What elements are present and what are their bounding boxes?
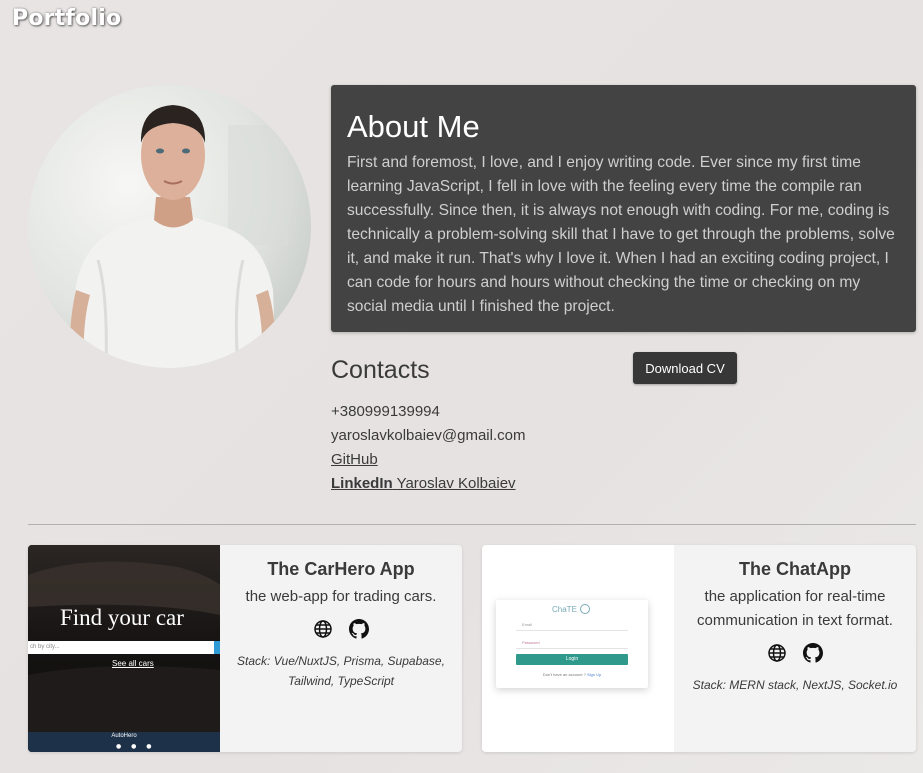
carhero-footer: AutoHero (111, 733, 137, 739)
chatapp-login-card: ChaTE Email Password Login Don't have an… (496, 600, 648, 688)
carhero-links (220, 619, 462, 639)
about-me-panel: About Me First and foremost, I love, and… (331, 85, 916, 332)
chatapp-description: the application for real-time communicat… (697, 588, 893, 629)
about-text: First and foremost, I love, and I enjoy … (347, 154, 895, 315)
contact-email: yaroslavkolbaiev@gmail.com (331, 427, 526, 444)
profile-photo-illustration (28, 85, 311, 368)
github-icon[interactable] (803, 643, 823, 663)
carhero-title: The CarHero App (267, 559, 415, 579)
chatapp-stack: Stack: MERN stack, NextJS, Socket.io (692, 678, 898, 692)
chatapp-signup-link: Sign Up (586, 672, 602, 677)
github-icon[interactable] (349, 619, 369, 639)
chatapp-email-line (516, 630, 628, 631)
chatapp-links (674, 643, 916, 663)
carhero-see-all: See all cars (112, 659, 154, 668)
carhero-info: The CarHero App the web-app for trading … (220, 545, 462, 752)
chatapp-password-label: Password (522, 640, 540, 645)
linkedin-link[interactable]: LinkedIn Yaroslav Kolbaiev (331, 475, 516, 492)
chatapp-title: The ChatApp (739, 559, 851, 579)
github-link[interactable]: GitHub (331, 451, 378, 468)
chatapp-email-label: Email (522, 622, 533, 627)
profile-photo (28, 85, 311, 368)
carhero-search-field: ch by city... (28, 641, 214, 654)
carhero-description: the web-app for trading cars. (245, 588, 437, 605)
contact-phone: +380999139994 (331, 403, 440, 420)
chatapp-info: The ChatApp the application for real-tim… (674, 545, 916, 752)
globe-icon[interactable] (313, 619, 333, 639)
chatapp-login-button: Login (516, 654, 628, 665)
brand-logo[interactable]: Portfolio (12, 6, 121, 31)
contacts-title: Contacts (331, 356, 430, 384)
carhero-screenshot: Find your car ch by city... See all cars… (28, 545, 220, 752)
contact-github: GitHub (331, 451, 378, 468)
chatapp-screenshot: ChaTE Email Password Login Don't have an… (482, 545, 674, 752)
carhero-headline: Find your car (60, 605, 184, 630)
chatapp-logo-icon (580, 604, 590, 614)
carhero-footer-icons: ● ● ● (116, 743, 156, 750)
chatapp-signup-row: Don't have an account ? Sign Up (496, 672, 648, 677)
carhero-stack: Stack: Vue/NuxtJS, Prisma, Supabase, Tai… (237, 654, 445, 688)
chatapp-logo: ChaTE (552, 605, 577, 614)
section-divider (28, 524, 916, 525)
project-card-chatapp: ChaTE Email Password Login Don't have an… (482, 545, 916, 752)
linkedin-label: LinkedIn (331, 475, 393, 492)
about-title: About Me (347, 109, 480, 144)
project-card-carhero: Find your car ch by city... See all cars… (28, 545, 462, 752)
linkedin-name: Yaroslav Kolbaiev (396, 475, 516, 492)
globe-icon[interactable] (767, 643, 787, 663)
contact-linkedin: LinkedIn Yaroslav Kolbaiev (331, 475, 516, 492)
chatapp-signup-prompt: Don't have an account ? (542, 672, 586, 677)
download-cv-button[interactable]: Download CV (633, 352, 737, 384)
chatapp-password-line (516, 648, 628, 649)
